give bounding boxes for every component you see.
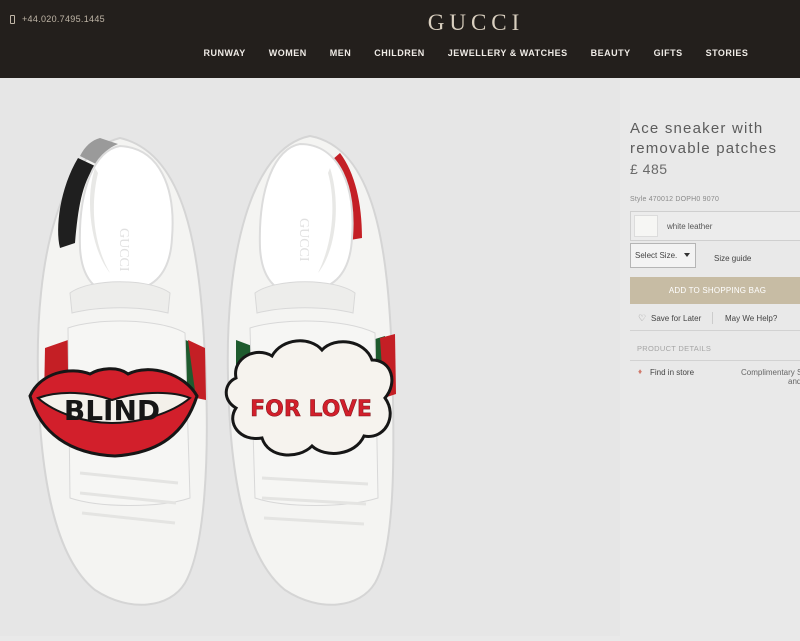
sneakers-illustration: GUCCI BLIND GUCCI FOR LOVE [28, 134, 396, 606]
save-for-later-link[interactable]: Save for Later [651, 314, 701, 323]
nav-children[interactable]: CHILDREN [363, 48, 437, 58]
nav-men[interactable]: MEN [318, 48, 363, 58]
patch-blind-text: BLIND [64, 394, 160, 427]
cloud-patch: FOR LOVE [224, 339, 394, 457]
nav-gifts[interactable]: GIFTS [642, 48, 694, 58]
product-title-line2: removable patches [630, 140, 778, 157]
product-image[interactable]: GUCCI BLIND GUCCI FOR LOVE [0, 78, 620, 636]
complimentary-service-text: Complimentary S and [741, 368, 800, 386]
nav-beauty[interactable]: BEAUTY [579, 48, 642, 58]
nav-jewellery-watches[interactable]: JEWELLERY & WATCHES [436, 48, 579, 58]
left-shoe: GUCCI BLIND [28, 136, 208, 606]
product-title-line1: Ace sneaker with [630, 120, 764, 137]
may-we-help-link[interactable]: May We Help? [725, 314, 777, 323]
size-guide-link[interactable]: Size guide [714, 254, 751, 263]
nav-women[interactable]: WOMEN [257, 48, 318, 58]
right-shoe: GUCCI FOR LOVE [224, 134, 396, 606]
color-swatch [634, 215, 658, 237]
product-info-panel: Ace sneaker with removable patches £ 485… [630, 78, 800, 636]
complimentary-line2: and [788, 377, 800, 386]
product-style-code: Style 470012 DOPH0 9070 [630, 196, 720, 203]
site-header: +44.020.7495.1445 GUCCI RUNWAY WOMEN MEN… [0, 0, 800, 78]
add-to-bag-button[interactable]: ADD TO SHOPPING BAG [630, 277, 800, 304]
product-details-toggle[interactable]: PRODUCT DETAILS [637, 344, 711, 353]
nav-runway[interactable]: RUNWAY [192, 48, 257, 58]
patch-for-love-text: FOR LOVE [250, 397, 372, 422]
product-title: Ace sneaker with removable patches [630, 119, 777, 159]
location-pin-icon: ♦ [638, 367, 643, 376]
main-nav: RUNWAY WOMEN MEN CHILDREN JEWELLERY & WA… [0, 48, 800, 58]
size-select[interactable]: Select Size. [630, 243, 696, 268]
nav-stories[interactable]: STORIES [694, 48, 760, 58]
divider [630, 360, 800, 361]
find-in-store-link[interactable]: Find in store [650, 368, 694, 377]
brand-logo[interactable]: GUCCI [0, 10, 800, 36]
chevron-down-icon [684, 253, 690, 257]
heart-icon[interactable]: ♡ [638, 314, 646, 323]
size-select-label: Select Size. [635, 251, 678, 260]
product-price: £ 485 [630, 161, 668, 177]
svg-text:GUCCI: GUCCI [296, 218, 311, 262]
svg-text:GUCCI: GUCCI [116, 228, 131, 272]
color-selector[interactable]: white leather [630, 211, 800, 241]
divider [630, 330, 800, 331]
divider [712, 312, 713, 324]
complimentary-line1: Complimentary S [741, 368, 800, 377]
color-label: white leather [667, 222, 713, 231]
